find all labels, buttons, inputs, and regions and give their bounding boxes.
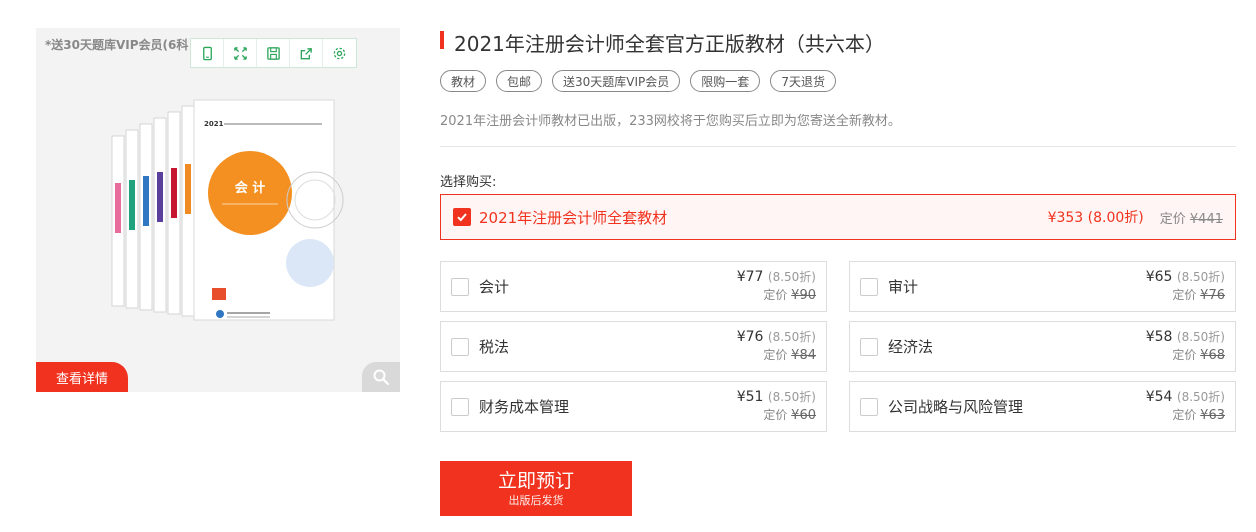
choose-purchase-label: 选择购买: — [440, 175, 497, 190]
option-price: ¥65 (8.50折) — [1145, 269, 1225, 285]
book-spine — [111, 135, 125, 307]
option-prices: ¥58 (8.50折) 定价 ¥68 — [1146, 328, 1225, 365]
option-name: 财务成本管理 — [479, 398, 570, 416]
tag: 包邮 — [496, 70, 543, 92]
save-icon[interactable] — [257, 39, 290, 67]
option-price: ¥76 (8.50折) — [736, 329, 816, 345]
book-spine — [153, 117, 167, 313]
option-prices: ¥51 (8.50折) 定价 ¥60 — [737, 388, 816, 425]
option-financial-cost-management[interactable]: 财务成本管理 ¥51 (8.50折) 定价 ¥60 — [440, 381, 827, 432]
book-spine — [167, 111, 181, 315]
checkmark-icon — [457, 213, 467, 222]
option-strategy-risk-management[interactable]: 公司战略与风险管理 ¥54 (8.50折) 定价 ¥63 — [849, 381, 1236, 432]
option-name: 经济法 — [888, 338, 934, 356]
book-cover-title: 会 计 — [235, 180, 266, 196]
option-prices: ¥76 (8.50折) 定价 ¥84 — [737, 328, 816, 365]
option-price: ¥58 (8.50折) — [1145, 329, 1225, 345]
bundle-name: 2021年注册会计师全套教材 — [479, 208, 668, 227]
checkbox-unchecked[interactable] — [860, 337, 878, 356]
divider — [440, 146, 1236, 147]
option-list-price: 定价 ¥84 — [763, 348, 816, 363]
option-list-price: 定价 ¥63 — [1172, 408, 1225, 423]
list-price-value: ¥441 — [1189, 211, 1223, 227]
option-prices: ¥77 (8.50折) 定价 ¥90 — [737, 268, 816, 305]
preorder-sub-label: 出版后发货 — [508, 493, 564, 507]
option-accounting[interactable]: 会计 ¥77 (8.50折) 定价 ¥90 — [440, 261, 827, 312]
tag: 送30天题库VIP会员 — [552, 70, 681, 92]
image-toolbar — [190, 38, 357, 68]
zoom-button[interactable] — [362, 362, 400, 392]
promo-text: *送30天题库VIP会员(6科 — [45, 38, 189, 52]
book-spine — [181, 105, 195, 317]
tablet-icon[interactable] — [191, 39, 224, 67]
option-prices: ¥54 (8.50折) 定价 ¥63 — [1146, 388, 1225, 425]
tag: 限购一套 — [690, 70, 761, 92]
preorder-label: 立即预订 — [497, 469, 574, 492]
checkbox-unchecked[interactable] — [860, 397, 878, 416]
product-tags: 教材 包邮 送30天题库VIP会员 限购一套 7天退货 — [440, 70, 836, 92]
book-spine — [139, 123, 153, 311]
tag: 教材 — [440, 70, 487, 92]
option-list-price: 定价 ¥90 — [763, 288, 816, 303]
option-price: ¥54 (8.50折) — [1145, 389, 1225, 405]
option-price: ¥77 (8.50折) — [736, 269, 816, 285]
bundle-option[interactable]: 2021年注册会计师全套教材 ¥353 (8.00折) 定价 ¥441 — [440, 194, 1236, 240]
checkbox-unchecked[interactable] — [451, 337, 469, 356]
option-name: 会计 — [479, 278, 510, 296]
book-front-cover: 2021 会 计 — [193, 99, 344, 321]
textbook-set-illustration: 2021 会 计 — [111, 99, 344, 321]
option-list-price: 定价 ¥68 — [1172, 348, 1225, 363]
option-prices: ¥65 (8.50折) 定价 ¥76 — [1146, 268, 1225, 305]
option-audit[interactable]: 审计 ¥65 (8.50折) 定价 ¥76 — [849, 261, 1236, 312]
option-economic-law[interactable]: 经济法 ¥58 (8.50折) 定价 ¥68 — [849, 321, 1236, 372]
option-name: 审计 — [888, 278, 919, 296]
product-description: 2021年注册会计师教材已出版，233网校将于您购买后立即为您寄送全新教材。 — [440, 114, 901, 129]
option-list-price: 定价 ¥76 — [1172, 288, 1225, 303]
view-details-button[interactable]: 查看详情 — [36, 362, 128, 392]
option-name: 税法 — [479, 338, 510, 356]
share-icon[interactable] — [290, 39, 323, 67]
option-list-price: 定价 ¥60 — [763, 408, 816, 423]
checkbox-unchecked[interactable] — [451, 277, 469, 296]
checkbox-checked[interactable] — [453, 208, 471, 226]
search-icon — [373, 369, 390, 386]
preorder-button[interactable]: 立即预订 出版后发货 — [440, 461, 632, 516]
bundle-list-price: 定价 ¥441 — [1160, 208, 1223, 227]
product-image-panel[interactable]: *送30天题库VIP会员(6科 2021 会 计 查看详情 — [36, 28, 400, 392]
option-price: ¥51 (8.50折) — [736, 389, 816, 405]
tag: 7天退货 — [770, 70, 836, 92]
settings-icon[interactable] — [323, 39, 356, 67]
book-year: 2021 — [204, 120, 224, 128]
checkbox-unchecked[interactable] — [860, 277, 878, 296]
bundle-price: ¥353 (8.00折) — [1047, 210, 1144, 226]
book-spine — [125, 129, 139, 309]
checkbox-unchecked[interactable] — [451, 397, 469, 416]
list-price-label: 定价 — [1159, 211, 1186, 227]
expand-icon[interactable] — [224, 39, 257, 67]
option-name: 公司战略与风险管理 — [888, 398, 1024, 416]
product-title: 2021年注册会计师全套官方正版教材（共六本） — [454, 32, 885, 56]
option-tax-law[interactable]: 税法 ¥76 (8.50折) 定价 ¥84 — [440, 321, 827, 372]
